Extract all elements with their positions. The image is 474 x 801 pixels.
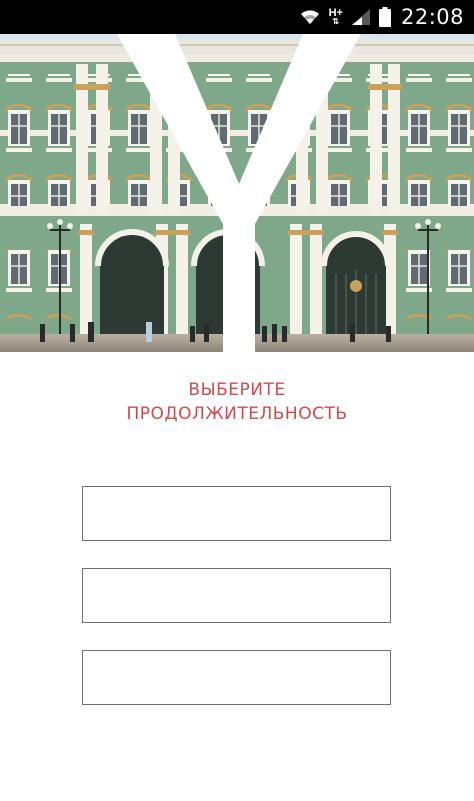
duration-option-3[interactable] (82, 650, 391, 705)
page-title-line-1: ВЫБЕРИТЕ (188, 380, 286, 400)
page-title-line-2: ПРОДОЛЖИТЕЛЬНОСТЬ (126, 404, 348, 424)
status-bar: H+ ⇅ 22:08 (0, 0, 474, 34)
battery-icon (378, 5, 391, 29)
status-time: 22:08 (400, 5, 464, 29)
hero-image (0, 34, 474, 352)
network-type-icon: H+ ⇅ (328, 7, 343, 26)
wifi-icon (299, 5, 321, 29)
duration-option-2[interactable] (82, 568, 391, 623)
duration-option-1[interactable] (82, 486, 391, 541)
app-screen: H+ ⇅ 22:08 ВЫБЕРИТЕ ПРОДОЛЖИТЕЛЬНОСТЬ (0, 0, 474, 801)
page-title: ВЫБЕРИТЕ ПРОДОЛЖИТЕЛЬНОСТЬ (0, 378, 474, 426)
palace-illustration (0, 34, 474, 352)
signal-icon (351, 5, 371, 29)
